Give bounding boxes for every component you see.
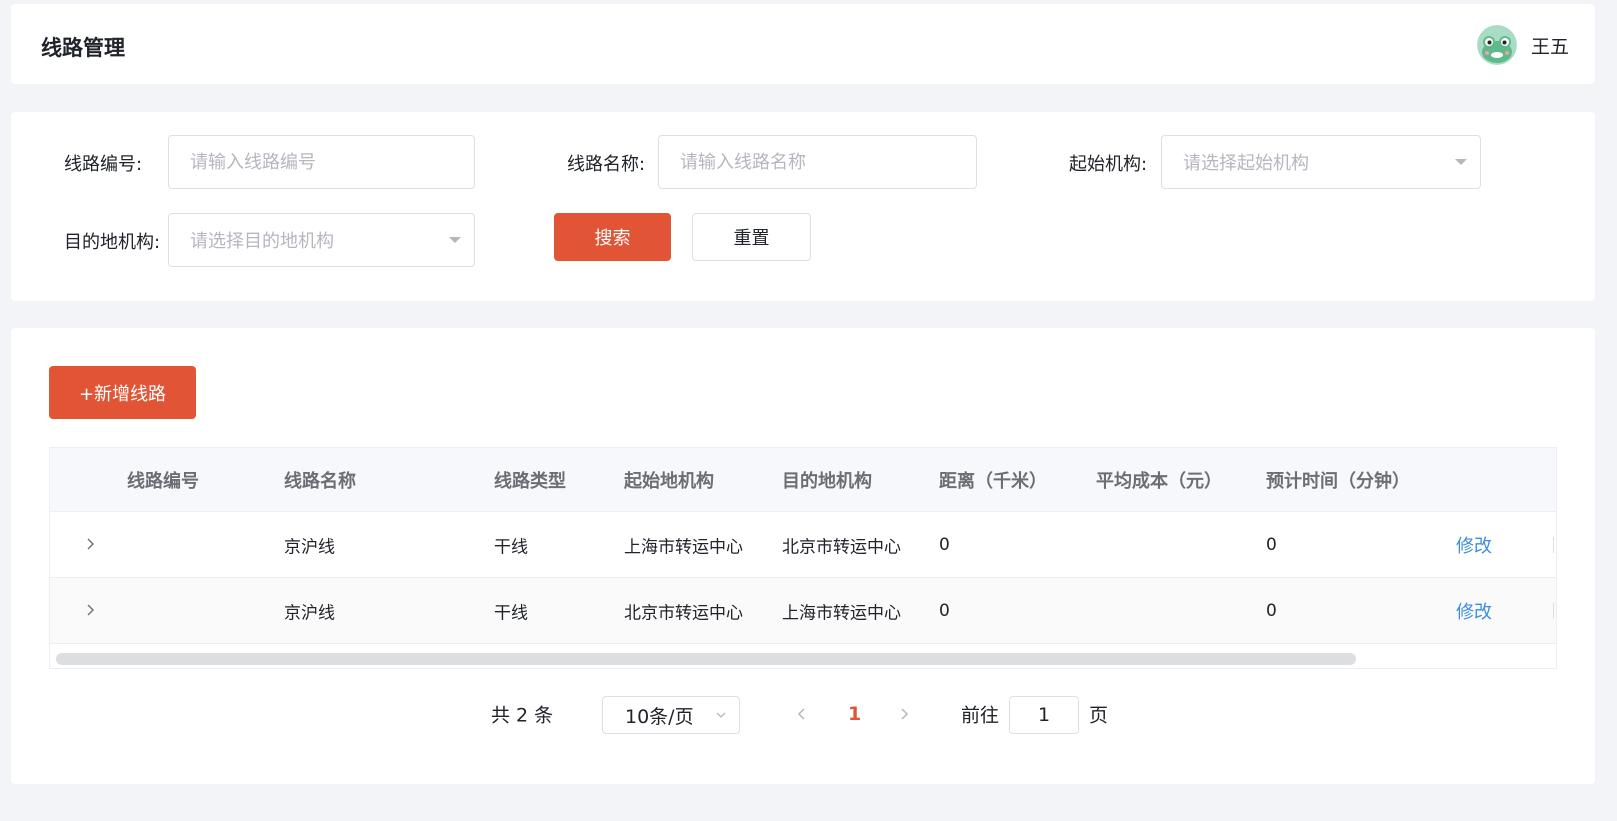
search-button[interactable]: 搜索 bbox=[554, 213, 671, 261]
origin-org-label: 起始机构: bbox=[1069, 154, 1148, 175]
reset-button[interactable]: 重置 bbox=[692, 213, 811, 261]
edit-link[interactable]: 修改 bbox=[1456, 532, 1492, 558]
cell-distance: 0 bbox=[939, 534, 950, 555]
cell-dest-org: 上海市转运中心 bbox=[782, 603, 901, 623]
line-code-label: 线路编号: bbox=[64, 154, 143, 175]
prev-page-icon[interactable] bbox=[795, 707, 809, 721]
column-header-est-time: 预计时间（分钟） bbox=[1266, 470, 1410, 492]
cell-origin-org: 上海市转运中心 bbox=[624, 537, 743, 557]
cell-est-time: 0 bbox=[1266, 600, 1277, 621]
frog-avatar-icon bbox=[1476, 25, 1517, 65]
row-expand-button[interactable] bbox=[84, 601, 96, 621]
action-divider bbox=[1553, 536, 1554, 553]
line-name-input[interactable] bbox=[680, 136, 976, 188]
total-count: 共 2 条 bbox=[491, 704, 554, 727]
cell-line-name: 京沪线 bbox=[284, 603, 335, 623]
cell-line-type: 干线 bbox=[494, 537, 528, 557]
avatar[interactable] bbox=[1476, 25, 1517, 65]
caret-down-icon bbox=[449, 237, 461, 243]
line-name-label: 线路名称: bbox=[567, 154, 646, 175]
row-expand-button[interactable] bbox=[84, 535, 96, 555]
chevron-right-icon bbox=[87, 604, 94, 615]
table-panel: +新增线路 线路编号 线路名称 线路类型 起始地机构 目的地机构 距离（千米） … bbox=[11, 328, 1595, 784]
line-name-input-wrapper[interactable] bbox=[658, 135, 977, 189]
scrollbar-thumb[interactable] bbox=[56, 653, 1356, 665]
horizontal-scrollbar[interactable] bbox=[50, 644, 1556, 668]
goto-label: 前往 bbox=[961, 704, 1000, 727]
cell-line-name: 京沪线 bbox=[284, 537, 335, 557]
dest-org-select[interactable]: 请选择目的地机构 bbox=[168, 213, 475, 267]
origin-org-select-placeholder: 请选择起始机构 bbox=[1183, 153, 1309, 174]
edit-link[interactable]: 修改 bbox=[1456, 598, 1492, 624]
line-code-input-wrapper[interactable] bbox=[168, 135, 475, 189]
column-header-distance: 距离（千米） bbox=[939, 470, 1047, 492]
add-line-button[interactable]: +新增线路 bbox=[49, 366, 196, 419]
line-code-input[interactable] bbox=[190, 136, 474, 188]
cell-origin-org: 北京市转运中心 bbox=[624, 603, 743, 623]
origin-org-select[interactable]: 请选择起始机构 bbox=[1161, 135, 1481, 189]
column-header-avg-cost: 平均成本（元） bbox=[1096, 470, 1222, 492]
column-header-line-type: 线路类型 bbox=[494, 470, 566, 492]
line-table: 线路编号 线路名称 线路类型 起始地机构 目的地机构 距离（千米） 平均成本（元… bbox=[49, 447, 1557, 669]
page-size-select[interactable]: 10条/页 bbox=[602, 696, 740, 734]
header-bar: 线路管理 王五 bbox=[11, 4, 1595, 84]
column-header-line-name: 线路名称 bbox=[284, 470, 356, 492]
page-size-value: 10条/页 bbox=[625, 705, 694, 728]
user-menu[interactable]: 王五 bbox=[1476, 25, 1569, 65]
next-page-icon[interactable] bbox=[897, 707, 911, 721]
cell-line-type: 干线 bbox=[494, 603, 528, 623]
cell-dest-org: 北京市转运中心 bbox=[782, 537, 901, 557]
cell-distance: 0 bbox=[939, 600, 950, 621]
column-header-line-code: 线路编号 bbox=[127, 470, 199, 492]
user-name[interactable]: 王五 bbox=[1531, 32, 1569, 59]
goto-page-input[interactable] bbox=[1009, 696, 1079, 734]
table-row: 京沪线 干线 北京市转运中心 上海市转运中心 0 0 修改 bbox=[50, 578, 1556, 644]
page-suffix: 页 bbox=[1089, 704, 1109, 727]
pagination: 共 2 条 10条/页 1 前往 页 bbox=[11, 694, 1595, 734]
caret-down-icon bbox=[1455, 159, 1467, 165]
search-panel: 线路编号: 线路名称: 起始机构: 请选择起始机构 目的地机构: 请选择目的地机… bbox=[11, 112, 1595, 301]
table-row: 京沪线 干线 上海市转运中心 北京市转运中心 0 0 修改 bbox=[50, 512, 1556, 578]
cell-est-time: 0 bbox=[1266, 534, 1277, 555]
column-header-origin-org: 起始地机构 bbox=[624, 470, 714, 492]
page-number-current[interactable]: 1 bbox=[848, 703, 861, 725]
column-header-dest-org: 目的地机构 bbox=[782, 470, 872, 492]
chevron-down-icon bbox=[716, 712, 726, 718]
dest-org-select-placeholder: 请选择目的地机构 bbox=[190, 231, 334, 252]
dest-org-label: 目的地机构: bbox=[64, 232, 161, 253]
page-title: 线路管理 bbox=[41, 36, 125, 60]
action-divider bbox=[1553, 602, 1554, 619]
chevron-right-icon bbox=[87, 538, 94, 549]
table-header-row: 线路编号 线路名称 线路类型 起始地机构 目的地机构 距离（千米） 平均成本（元… bbox=[50, 448, 1556, 512]
